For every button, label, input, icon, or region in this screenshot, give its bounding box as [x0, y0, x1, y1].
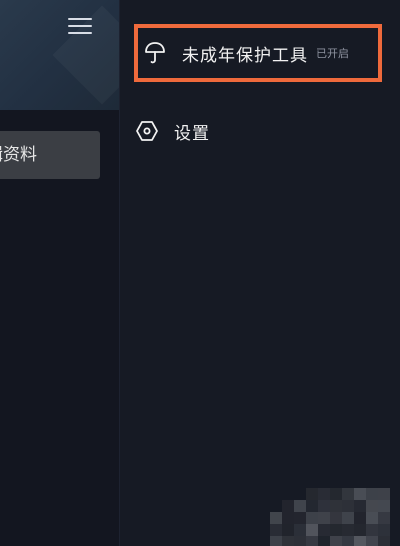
- minor-protection-tool-item[interactable]: 未成年保护工具 已开启: [134, 24, 382, 82]
- minor-protection-label: 未成年保护工具: [182, 45, 308, 66]
- settings-label: 设置: [174, 123, 210, 144]
- profile-banner: [0, 0, 119, 110]
- profile-page-background: 辑资料: [0, 0, 119, 546]
- edit-profile-button[interactable]: 辑资料: [0, 131, 100, 179]
- enabled-status-badge: 已开启: [316, 47, 349, 60]
- hamburger-menu-icon[interactable]: [68, 18, 92, 38]
- app-screen: 辑资料 未成年保护工具 已开启 设置: [0, 0, 400, 546]
- settings-item[interactable]: 设置: [134, 107, 382, 155]
- umbrella-icon: [142, 40, 168, 66]
- hexagon-gear-icon: [134, 118, 160, 144]
- side-drawer: 未成年保护工具 已开启 设置: [119, 0, 400, 546]
